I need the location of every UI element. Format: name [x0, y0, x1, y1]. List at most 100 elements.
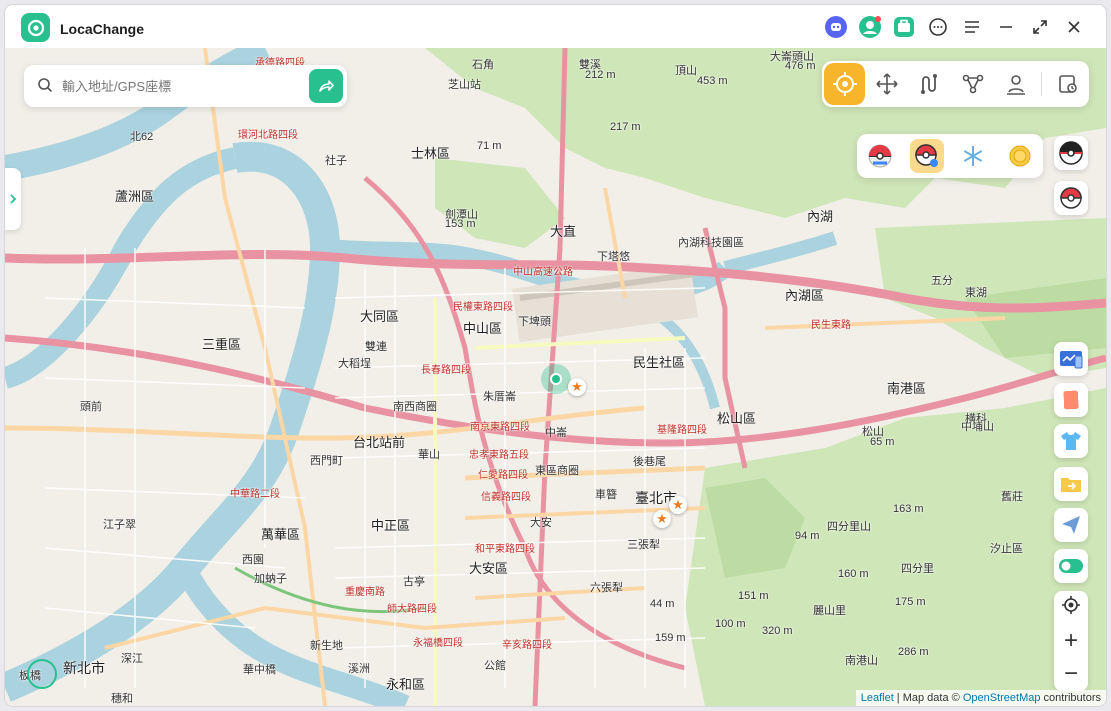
- current-location-dot: [550, 373, 562, 385]
- map-label: 153 m: [445, 218, 476, 230]
- multi-spot-mode-button[interactable]: [908, 62, 951, 106]
- cards-button[interactable]: [1054, 383, 1088, 417]
- map-label: 286 m: [898, 646, 929, 658]
- map-label: 320 m: [762, 625, 793, 637]
- map-label: 中山高速公路: [513, 267, 573, 278]
- locate-icon: [1062, 595, 1080, 614]
- current-location-marker[interactable]: [541, 364, 571, 394]
- toggle-button[interactable]: [1054, 549, 1088, 583]
- map-label: 西門町: [310, 455, 343, 467]
- minimize-icon[interactable]: [992, 13, 1020, 41]
- menu-icon[interactable]: [958, 13, 986, 41]
- map-label: 石角: [472, 59, 494, 71]
- history-button[interactable]: [1046, 62, 1089, 106]
- snowflake-button[interactable]: [956, 139, 990, 173]
- search-input[interactable]: [62, 78, 292, 94]
- cards-icon: [1063, 390, 1079, 410]
- user-status-icon[interactable]: [856, 13, 884, 41]
- map-label: 六張犁: [590, 582, 623, 594]
- nodes-icon: [962, 74, 983, 94]
- map-label: 民生東路: [811, 320, 851, 331]
- person-pin-icon: [1006, 75, 1025, 95]
- favorite-star-icon[interactable]: ★: [669, 496, 687, 514]
- snowflake-icon: [964, 146, 983, 166]
- favorite-star-icon[interactable]: ★: [568, 378, 586, 396]
- map-label: 横科: [965, 413, 987, 425]
- zoom-in-button[interactable]: +: [1054, 627, 1088, 655]
- map-label: 東區商圈: [535, 465, 579, 477]
- map-label: 三重區: [202, 337, 242, 352]
- leaflet-link[interactable]: Leaflet: [861, 692, 894, 704]
- pokeball-side-button[interactable]: [1054, 181, 1088, 215]
- send-button[interactable]: [1054, 508, 1088, 542]
- map-label: 車簪: [595, 489, 617, 501]
- map-label: 士林區: [411, 146, 451, 161]
- map-label: 松山區: [717, 411, 757, 426]
- locate-button[interactable]: [1054, 594, 1088, 622]
- map-label: 信義路四段: [481, 492, 531, 503]
- app-title: LocaChange: [60, 21, 145, 37]
- map-label: 476 m: [785, 60, 816, 72]
- app-window: LocaChange 承德路四段 石角 芝山站 雙溪 212 m 頂山 453 …: [5, 5, 1106, 706]
- teleport-mode-button[interactable]: [824, 63, 866, 105]
- map-label: 94 m: [795, 530, 820, 542]
- map-label: 辛亥路四段: [502, 640, 552, 651]
- map-label: 芝山站: [448, 79, 481, 91]
- shirt-button[interactable]: [1054, 424, 1088, 458]
- pokeball-dark-icon: [1059, 141, 1083, 165]
- map-label: 東湖: [965, 287, 987, 299]
- zoom-out-button[interactable]: −: [1054, 660, 1088, 688]
- map-label: 大同區: [360, 309, 400, 324]
- two-spot-mode-button[interactable]: [865, 62, 908, 106]
- pokestop-button[interactable]: [863, 139, 897, 173]
- shirt-icon: [1061, 432, 1081, 450]
- toolbar-divider: [1041, 72, 1043, 96]
- map-label: 台北站前: [353, 435, 406, 450]
- map-label: 下塔悠: [597, 251, 630, 263]
- map-label: 師大路四段: [387, 604, 437, 615]
- feedback-icon[interactable]: [924, 13, 952, 41]
- map-label: 163 m: [893, 503, 924, 515]
- coin-icon: [1009, 145, 1031, 167]
- favorite-star-icon[interactable]: ★: [653, 510, 671, 528]
- crosshair-icon: [832, 72, 857, 96]
- jump-teleport-mode-button[interactable]: [994, 62, 1037, 106]
- map-view[interactable]: 承德路四段 石角 芝山站 雙溪 212 m 頂山 453 m 大崙頭山 476 …: [5, 48, 1106, 706]
- go-button[interactable]: [309, 69, 343, 103]
- map-label: 下埤頭: [518, 316, 551, 328]
- coin-button[interactable]: [1003, 139, 1037, 173]
- joystick-mode-button[interactable]: [951, 62, 994, 106]
- map-label: 忠孝東路五段: [469, 450, 529, 461]
- map-label: 華山: [418, 449, 440, 461]
- map-label: 大稻埕: [338, 358, 371, 370]
- sidepanel-toggle[interactable]: [5, 168, 21, 230]
- map-label: 仁愛路四段: [478, 470, 528, 481]
- search-bar: [24, 65, 347, 107]
- discord-icon[interactable]: [822, 13, 850, 41]
- map-label: 五分: [931, 275, 953, 287]
- toolbox-icon[interactable]: [890, 13, 918, 41]
- compass-icon[interactable]: [27, 659, 57, 689]
- folder-button[interactable]: [1054, 467, 1088, 501]
- map-label: 新北市: [63, 660, 105, 676]
- pokeball-button[interactable]: [909, 139, 944, 173]
- osm-link[interactable]: OpenStreetMap: [963, 692, 1041, 704]
- map-label: 217 m: [610, 121, 641, 133]
- map-label: 後巷尾: [633, 456, 666, 468]
- map-label: 加蚋子: [254, 573, 287, 585]
- pokemon-go-button[interactable]: [1054, 136, 1088, 170]
- map-label: 古亭: [403, 576, 425, 588]
- map-label: 蘆洲區: [115, 189, 155, 204]
- maximize-icon[interactable]: [1026, 13, 1054, 41]
- attribution-separator: | Map data ©: [893, 692, 963, 704]
- map-label: 212 m: [585, 69, 616, 81]
- close-icon[interactable]: [1060, 13, 1088, 41]
- share-arrow-icon: [319, 80, 334, 92]
- map-label: 深江: [121, 653, 143, 665]
- map-label: 永福橋四段: [413, 638, 463, 649]
- device-button[interactable]: [1054, 342, 1088, 376]
- map-label: 四分里山: [827, 521, 871, 533]
- map-label: 內湖科技園區: [678, 237, 744, 249]
- map-label: 華中橋: [243, 664, 276, 676]
- map-label: 中崙: [545, 427, 567, 439]
